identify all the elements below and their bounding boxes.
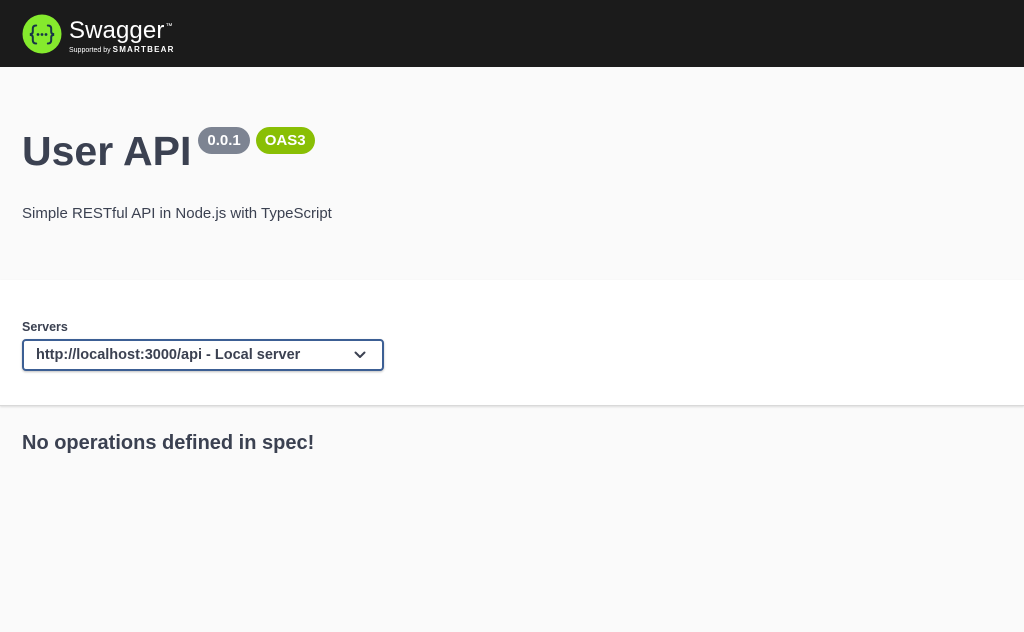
no-operations-message: No operations defined in spec! (22, 432, 315, 454)
version-badge: 0.0.1 (198, 127, 250, 154)
logo-text: Swagger™ Supported by SMARTBEAR (69, 12, 175, 58)
logo-brand-text: SMARTBEAR (112, 45, 175, 54)
oas-badge: OAS3 (255, 127, 315, 154)
logo-supported-text: Supported by (69, 47, 111, 54)
page-title: User API (22, 128, 192, 174)
servers-label: Servers (22, 320, 68, 334)
api-info-section: User API 0.0.1 OAS3 Simple RESTful API i… (0, 67, 1024, 280)
chevron-down-icon (354, 351, 366, 358)
servers-section: Servers http://localhost:3000/api - Loca… (0, 280, 1024, 406)
title-row: User API 0.0.1 OAS3 (22, 125, 315, 177)
logo-trademark: ™ (165, 23, 173, 30)
logo-supported-by: Supported by SMARTBEAR (69, 45, 175, 56)
servers-select[interactable]: http://localhost:3000/api - Local server (22, 339, 384, 371)
topbar: Swagger™ Supported by SMARTBEAR (0, 0, 1024, 67)
api-description: Simple RESTful API in Node.js with TypeS… (22, 205, 332, 222)
logo-title-text: Swagger (69, 17, 165, 44)
swagger-logo-link[interactable]: Swagger™ Supported by SMARTBEAR (22, 11, 175, 57)
servers-select-value: http://localhost:3000/api - Local server (36, 347, 301, 363)
swagger-braces-icon (22, 14, 62, 54)
logo-title: Swagger™ (69, 14, 175, 44)
